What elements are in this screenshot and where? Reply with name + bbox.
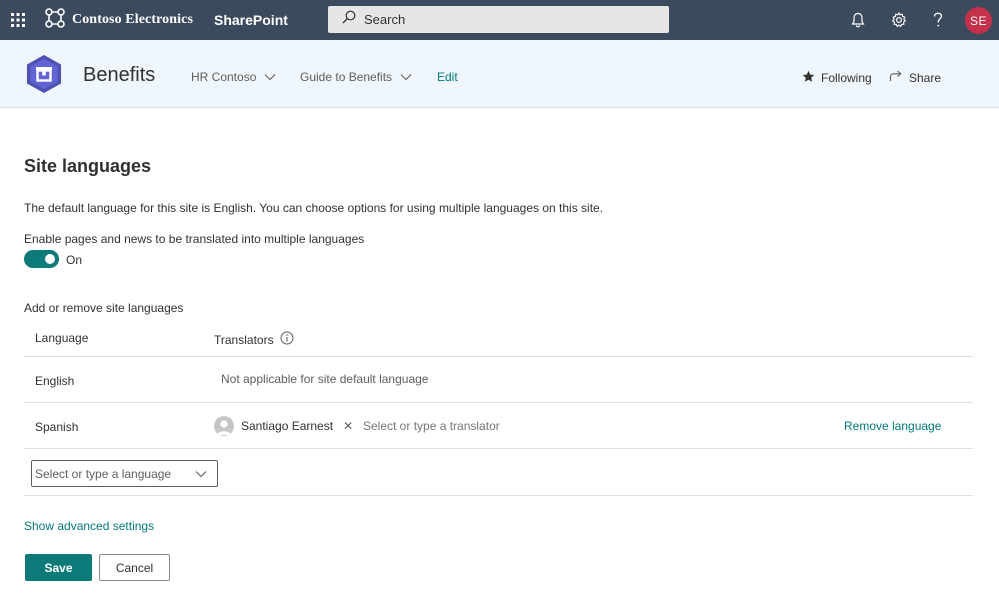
language-header-label: Language [35, 331, 89, 345]
toggle-state-text: On [66, 253, 83, 267]
translator-input[interactable] [363, 419, 583, 433]
search-placeholder: Search [364, 12, 406, 27]
nav-edit-link[interactable]: Edit [437, 70, 458, 84]
language-picker-placeholder: Select or type a language [35, 466, 172, 481]
language-column-header: Language [35, 331, 88, 345]
nav-label: Guide to Benefits [300, 70, 393, 84]
table-divider [24, 402, 973, 403]
language-picker[interactable]: Select or type a language [31, 460, 218, 487]
translators-cell-english: Not applicable for site default language [221, 372, 429, 386]
show-advanced-settings-link[interactable]: Show advanced settings [24, 519, 154, 533]
remove-language-link[interactable]: Remove language [844, 419, 941, 433]
toggle-knob [45, 254, 55, 264]
translators-header-label: Translators [214, 332, 274, 347]
language-cell-spanish: Spanish [35, 420, 79, 434]
person-avatar-icon [214, 416, 234, 436]
page-title: Site languages [24, 156, 152, 176]
info-icon[interactable] [280, 331, 294, 348]
share-icon [889, 70, 903, 85]
suite-bar: Contoso Electronics SharePoint Search SE [0, 0, 999, 40]
languages-section-label: Add or remove site languages [24, 301, 184, 315]
translation-toggle[interactable] [24, 250, 59, 268]
search-icon [342, 10, 356, 29]
table-divider [24, 448, 973, 449]
app-name[interactable]: SharePoint [214, 0, 288, 40]
bell-icon[interactable] [846, 8, 870, 32]
share-label: Share [909, 70, 942, 85]
share-button[interactable]: Share [889, 70, 941, 85]
nav-hr-contoso[interactable]: HR Contoso [191, 70, 276, 84]
translator-persona[interactable]: Santiago Earnest ✕ [214, 415, 353, 437]
star-icon [802, 70, 815, 86]
cancel-button[interactable]: Cancel [99, 554, 170, 581]
translators-column-header: Translators [214, 331, 294, 348]
avatar[interactable]: SE [965, 7, 992, 34]
nav-guide-to-benefits[interactable]: Guide to Benefits [300, 70, 412, 84]
chevron-down-icon [264, 70, 276, 84]
site-header: Benefits HR Contoso Guide to Benefits Ed… [0, 40, 999, 108]
search-box[interactable]: Search [328, 6, 669, 33]
translation-toggle-label: Enable pages and news to be translated i… [24, 232, 365, 246]
table-divider [24, 356, 973, 357]
gear-icon[interactable] [887, 8, 911, 32]
chevron-down-icon [400, 70, 412, 84]
save-button[interactable]: Save [25, 554, 92, 581]
site-logo-icon[interactable] [25, 54, 63, 94]
remove-translator-icon[interactable]: ✕ [343, 419, 353, 433]
help-icon[interactable] [926, 8, 950, 32]
following-label: Following [821, 71, 872, 85]
language-cell-english: English [35, 374, 75, 388]
chevron-down-icon [195, 467, 207, 481]
table-divider [24, 495, 973, 496]
app-launcher-icon[interactable] [6, 6, 30, 34]
brand[interactable]: Contoso Electronics [44, 0, 193, 40]
site-title[interactable]: Benefits [83, 64, 155, 87]
brand-name: Contoso Electronics [72, 12, 194, 27]
translator-name: Santiago Earnest [241, 419, 334, 433]
nav-label: HR Contoso [191, 70, 257, 84]
contoso-logo-icon [44, 7, 66, 34]
page-description: The default language for this site is En… [24, 201, 604, 215]
following-button[interactable]: Following [802, 70, 872, 86]
